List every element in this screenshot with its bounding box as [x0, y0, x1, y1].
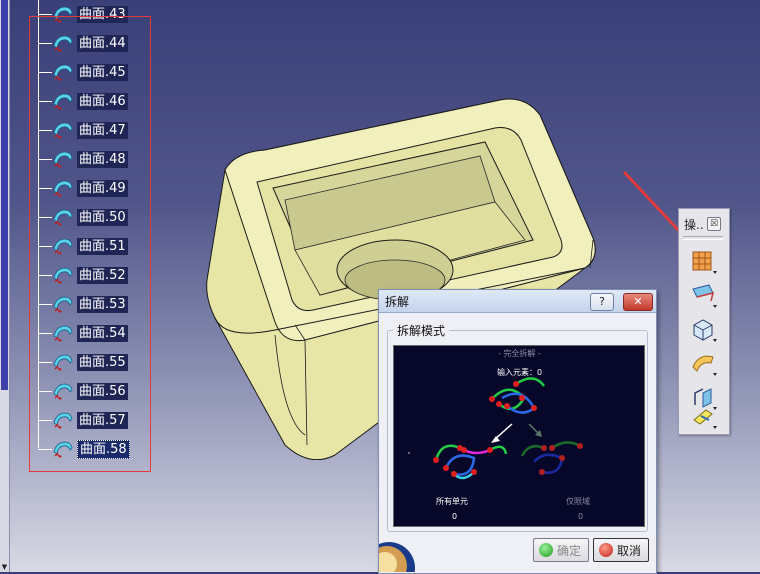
tree-branch [38, 13, 52, 15]
ok-button[interactable]: 确定 [533, 538, 589, 562]
trim-icon [693, 409, 717, 429]
extract-icon [693, 319, 717, 342]
multiple-extract-icon [692, 355, 717, 376]
trim-button[interactable] [689, 402, 719, 430]
cancel-icon [599, 543, 613, 557]
all-cells-label: 所有单元 [436, 497, 468, 506]
ok-label: 确定 [557, 543, 582, 558]
disassemble-dialog[interactable]: 拆解 ? ✕ 拆解模式 - 完全拆解 - 输入元素：0 所有单元 0 仅限域 0… [378, 289, 657, 574]
multiple-extract-button[interactable] [689, 349, 719, 379]
dialog-title: 拆解 [385, 295, 410, 309]
toolbar-title: 操.. [684, 218, 704, 232]
all-cells-count: 0 [452, 512, 458, 521]
dialog-titlebar[interactable]: 拆解 ? ✕ [379, 290, 656, 313]
domains-only-count: 0 [578, 512, 584, 521]
scroll-down-icon[interactable]: ▼ [0, 563, 9, 572]
disassemble-illustration [408, 377, 583, 480]
disassemble-icon [692, 251, 717, 274]
disassemble-button[interactable] [689, 247, 719, 277]
all-cells-mode-preview[interactable]: - 完全拆解 - 输入元素：0 所有单元 0 仅限域 0 [393, 345, 645, 527]
help-button[interactable]: ? [590, 293, 614, 311]
domains-only-label: 仅限域 [566, 497, 590, 506]
operations-toolbar[interactable]: 操.. ☒ [678, 208, 730, 435]
ok-icon [539, 543, 553, 557]
extract-button[interactable] [689, 315, 719, 345]
disassemble-mode-label: 拆解模式 [393, 322, 450, 339]
selection-highlight-box [29, 16, 151, 472]
cancel-label: 取消 [617, 543, 642, 558]
boundary-button[interactable] [689, 281, 719, 311]
boundary-icon [692, 284, 717, 308]
toolbar-grip[interactable] [683, 236, 723, 240]
toolbar-close-icon[interactable]: ☒ [707, 217, 721, 231]
cancel-button[interactable]: 取消 [593, 538, 649, 562]
catia-logo-icon [379, 542, 415, 572]
close-button[interactable]: ✕ [623, 293, 653, 311]
